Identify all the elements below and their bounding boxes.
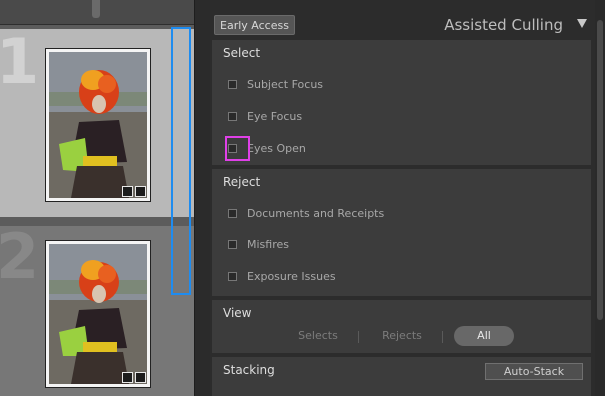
- photo-image: [49, 52, 147, 198]
- section-title: Stacking: [223, 363, 275, 377]
- option-label: Subject Focus: [247, 77, 324, 91]
- selection-highlight: [171, 27, 191, 295]
- cell-index: 2: [0, 226, 40, 293]
- option-label: Eyes Open: [247, 141, 306, 155]
- cell-index: 1: [0, 29, 40, 98]
- cell-divider: [0, 217, 194, 226]
- develop-adjusted-icon[interactable]: [135, 372, 146, 383]
- checkbox[interactable]: [228, 79, 237, 89]
- grid-toolbar: [0, 0, 194, 25]
- metadata-icon[interactable]: [122, 372, 133, 383]
- option-label: Eye Focus: [247, 109, 303, 123]
- thumbnail[interactable]: [45, 240, 151, 388]
- section-title: Select: [223, 46, 261, 60]
- view-selects-tab[interactable]: Selects: [290, 326, 346, 346]
- option-subject-focus[interactable]: Subject Focus: [228, 75, 323, 93]
- reject-section: Reject Documents and Receipts Misfires E…: [212, 169, 591, 296]
- collapse-triangle-icon[interactable]: [577, 19, 587, 28]
- option-eye-focus[interactable]: Eye Focus: [228, 107, 302, 125]
- stacking-section: Stacking Auto-Stack: [212, 357, 591, 396]
- panel-title[interactable]: Assisted Culling: [444, 14, 563, 36]
- focus-highlight: [225, 136, 250, 161]
- auto-stack-button[interactable]: Auto-Stack: [485, 363, 583, 380]
- develop-adjusted-icon[interactable]: [135, 186, 146, 197]
- segment-divider: [358, 331, 359, 343]
- photo-image: [49, 244, 147, 384]
- option-label: Misfires: [247, 237, 289, 251]
- view-all-tab[interactable]: All: [454, 326, 514, 346]
- photo-grid: 1 2: [0, 0, 194, 396]
- view-rejects-tab[interactable]: Rejects: [374, 326, 430, 346]
- thumbnail-badges: [122, 372, 146, 383]
- checkbox[interactable]: [228, 239, 237, 249]
- assisted-culling-panel: Early Access Assisted Culling Select Sub…: [210, 0, 595, 396]
- grid-cell-1[interactable]: 1: [0, 29, 194, 217]
- metadata-icon[interactable]: [122, 186, 133, 197]
- checkbox[interactable]: [228, 208, 237, 218]
- panel-scrollbar[interactable]: [595, 0, 605, 396]
- segment-divider: [442, 331, 443, 343]
- early-access-badge: Early Access: [214, 15, 295, 35]
- checkbox[interactable]: [228, 271, 237, 281]
- grid-cell-2[interactable]: 2: [0, 226, 194, 396]
- section-title: Reject: [223, 175, 261, 189]
- option-misfires[interactable]: Misfires: [228, 235, 289, 253]
- toolbar-handle[interactable]: [92, 0, 100, 18]
- thumbnail[interactable]: [45, 48, 151, 202]
- section-title: View: [223, 306, 252, 320]
- select-section: Select Subject Focus Eye Focus Eyes Open: [212, 40, 591, 165]
- checkbox[interactable]: [228, 111, 237, 121]
- option-label: Documents and Receipts: [247, 206, 385, 220]
- panel-header[interactable]: Early Access Assisted Culling: [210, 12, 595, 38]
- option-label: Exposure Issues: [247, 269, 336, 283]
- thumbnail-badges: [122, 186, 146, 197]
- view-section: View Selects Rejects All: [212, 300, 591, 353]
- scrollbar-thumb[interactable]: [597, 20, 603, 320]
- panel-divider[interactable]: [194, 0, 211, 396]
- option-documents-and-receipts[interactable]: Documents and Receipts: [228, 204, 384, 222]
- option-exposure-issues[interactable]: Exposure Issues: [228, 267, 336, 285]
